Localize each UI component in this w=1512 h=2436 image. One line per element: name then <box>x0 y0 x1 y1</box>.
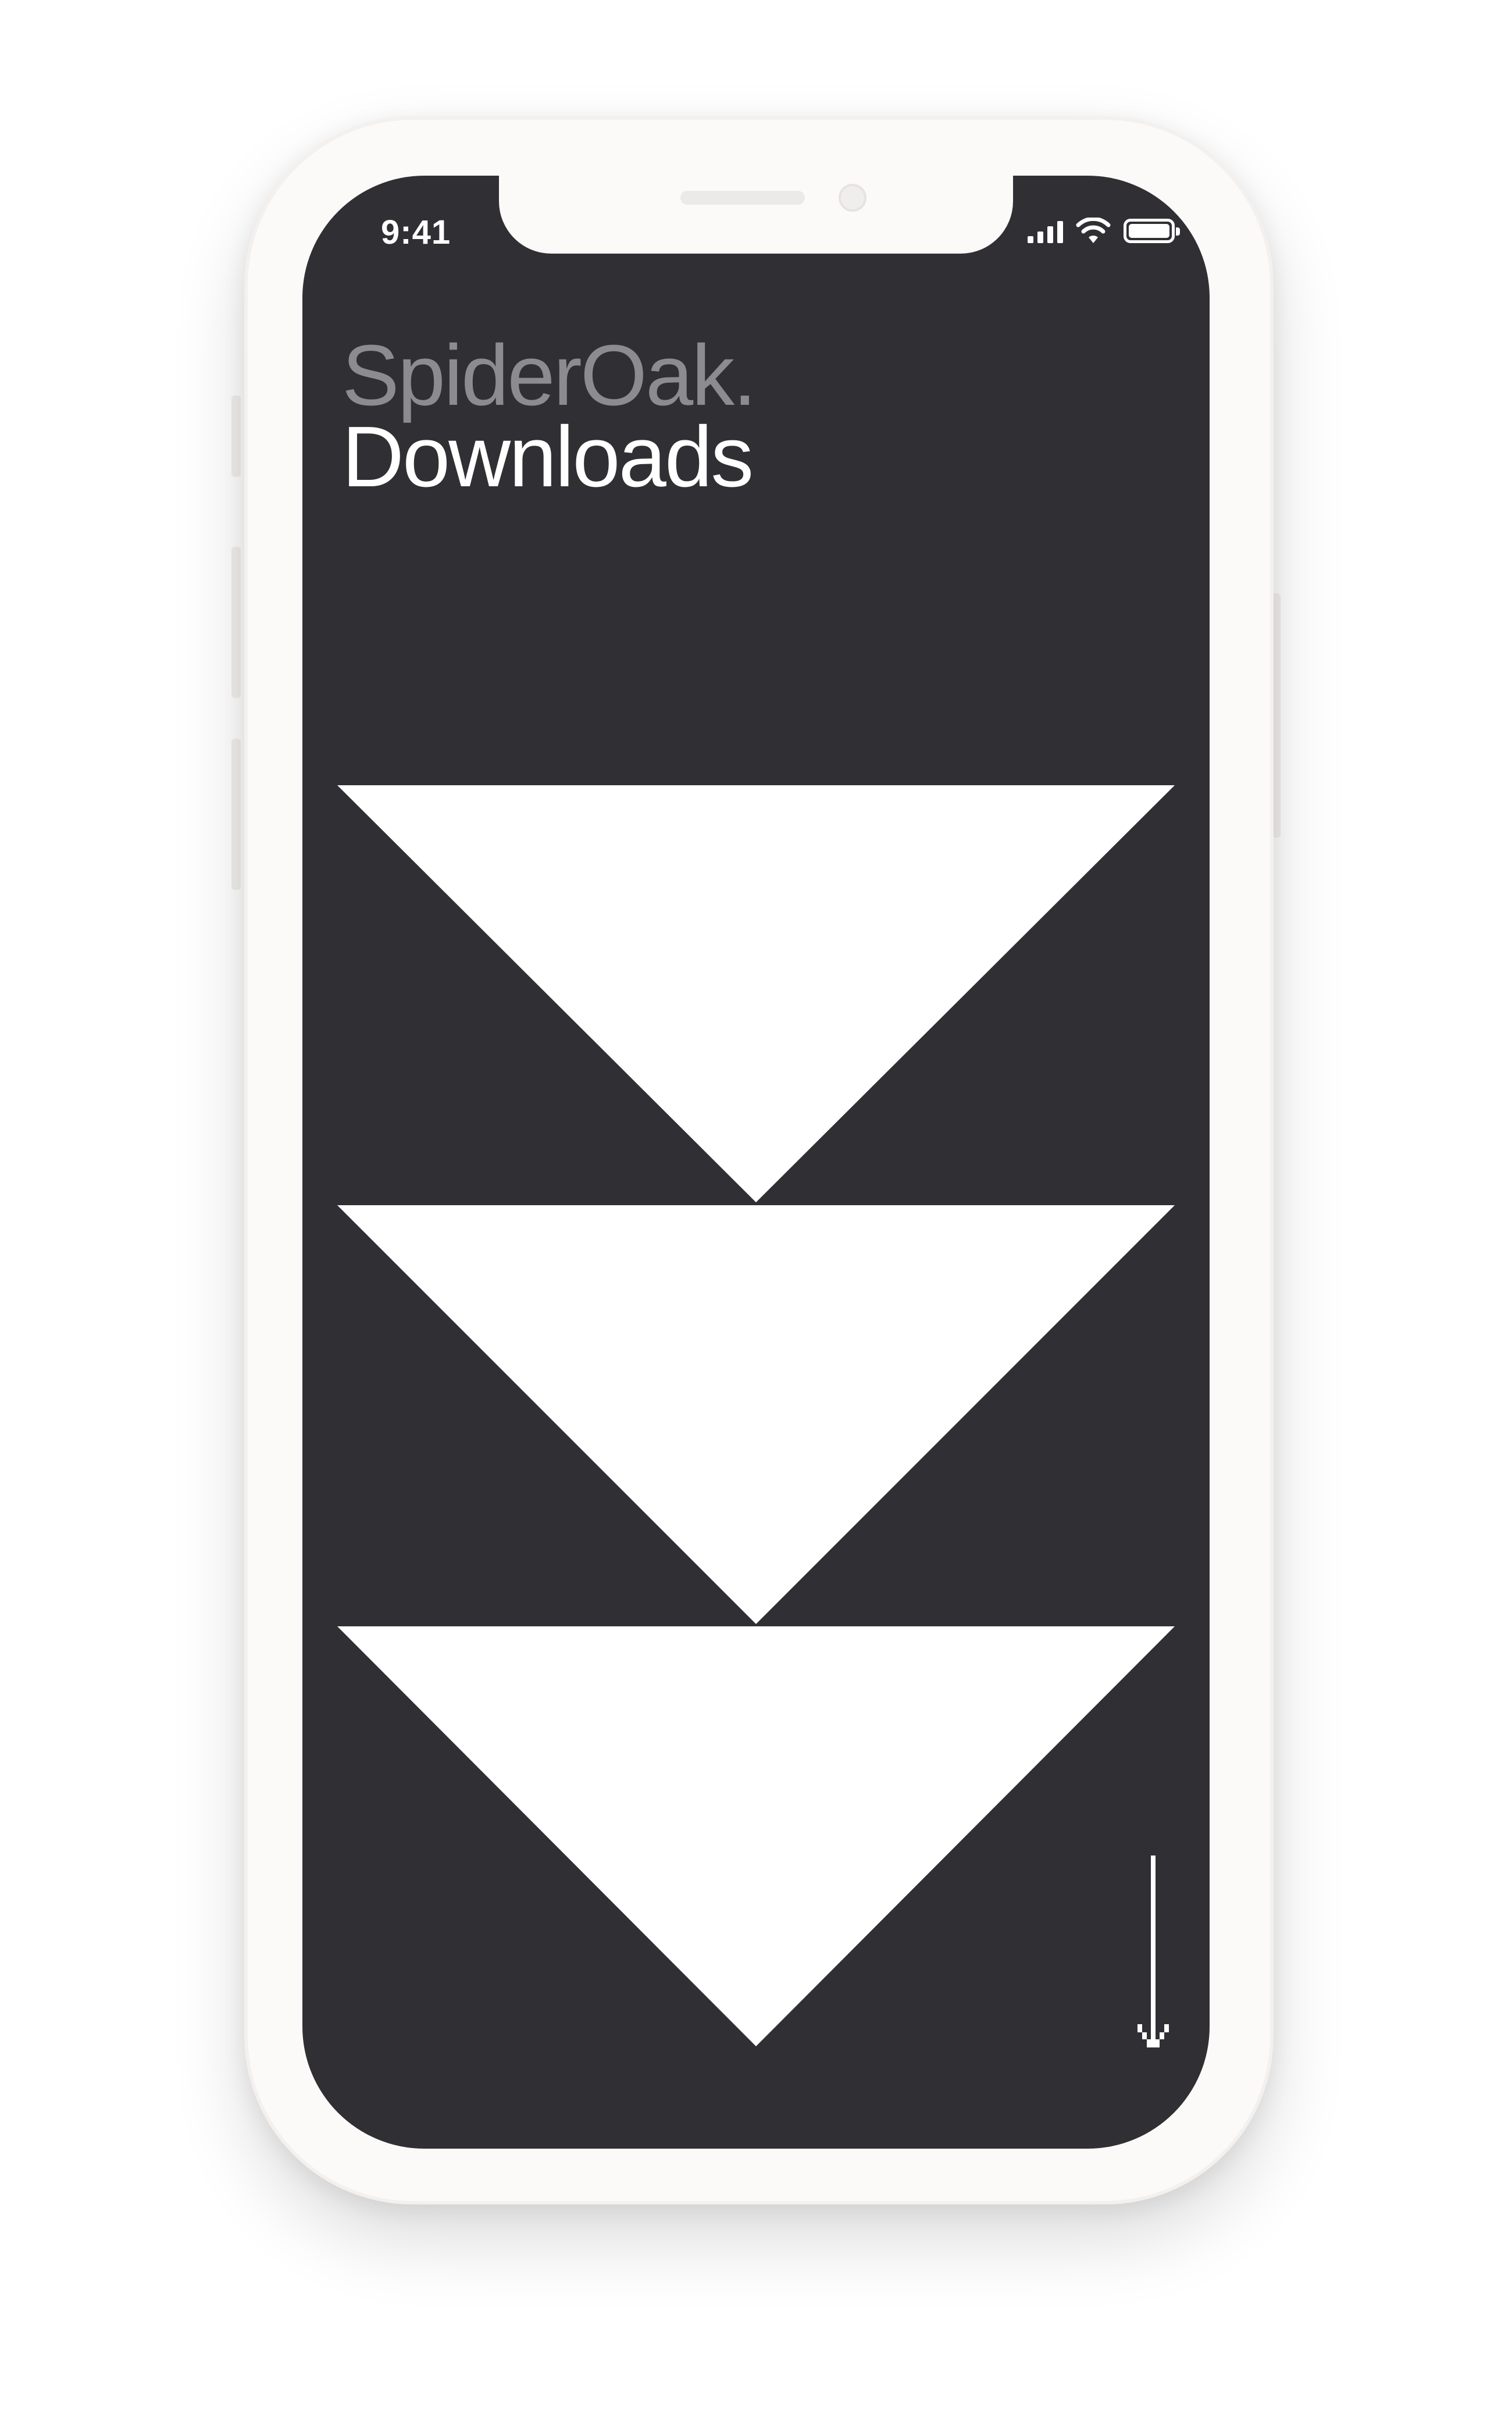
brand-logo: SpiderOak. <box>342 327 757 423</box>
earpiece-speaker <box>680 191 805 205</box>
page-title: Downloads <box>342 409 754 505</box>
status-time: 9:41 <box>381 213 451 251</box>
wifi-icon <box>1076 218 1111 243</box>
status-icons <box>1028 218 1180 243</box>
battery-icon <box>1124 219 1180 243</box>
triangle-middle <box>337 1205 1175 1624</box>
front-camera <box>839 184 866 212</box>
notch <box>499 176 1013 254</box>
triangle-bottom <box>337 1626 1175 2046</box>
silent-switch <box>231 396 241 477</box>
phone-screen: 9:41 SpiderOak. Downloads <box>302 176 1210 2149</box>
triangle-top <box>337 785 1175 1202</box>
cellular-signal-icon <box>1028 220 1063 243</box>
volume-up-button <box>231 547 241 698</box>
down-arrow-icon[interactable] <box>1133 1856 1174 2053</box>
volume-down-button <box>231 739 241 890</box>
mockup-stage: 9:41 SpiderOak. Downloads <box>0 0 1512 2436</box>
download-chevrons-icon[interactable] <box>337 785 1175 2046</box>
